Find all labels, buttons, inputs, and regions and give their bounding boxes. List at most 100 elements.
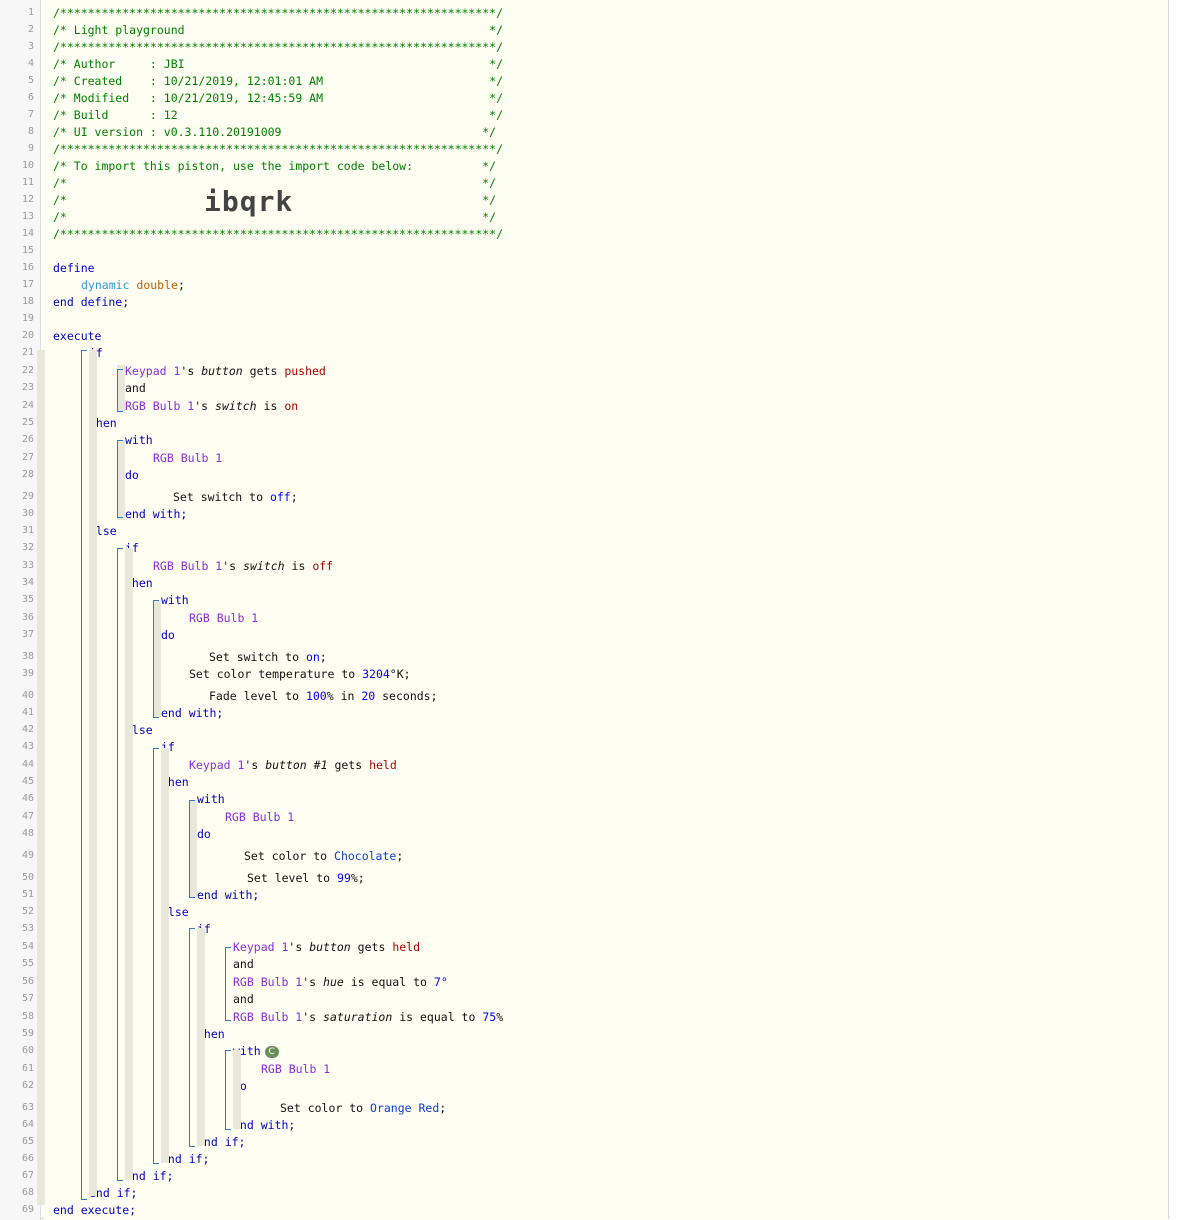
keyword: execute — [53, 329, 102, 343]
keyword: do — [161, 628, 175, 642]
line-number: 39 — [21, 668, 34, 679]
code-token: dynamic — [81, 278, 130, 292]
code-area: /***************************************… — [37, 0, 1168, 1220]
line-number: 31 — [21, 525, 34, 536]
code-token: Set color temperature to — [189, 667, 363, 681]
line-number: 42 — [21, 724, 34, 735]
line-number: 64 — [21, 1119, 34, 1130]
device-name[interactable]: Keypad 1 — [233, 940, 288, 954]
line-number: 16 — [21, 262, 34, 273]
code-token: Set color to — [280, 1101, 371, 1115]
code-token: Set switch to — [173, 490, 270, 504]
code-line: Keypad 1's button gets pushed — [125, 364, 326, 378]
line-number: 33 — [21, 560, 34, 571]
line-number: 63 — [21, 1102, 34, 1113]
line-number: 68 — [21, 1187, 34, 1198]
device-name[interactable]: RGB Bulb 1 — [225, 810, 294, 824]
line-number: 2 — [27, 24, 34, 35]
attribute: button — [309, 940, 351, 954]
code-line: /***************************************… — [53, 40, 503, 54]
state-value: off — [312, 559, 334, 573]
code-line: end define; — [53, 295, 129, 309]
device-name[interactable]: RGB Bulb 1 — [189, 611, 258, 625]
keyword: end with; — [161, 706, 224, 720]
keyword: do — [197, 827, 211, 841]
state-value: held — [369, 758, 397, 772]
attribute: button — [201, 364, 243, 378]
code-token: %; — [350, 871, 365, 885]
line-number: 3 — [27, 41, 34, 52]
line-number: 35 — [21, 594, 34, 605]
keyword: end execute; — [53, 1203, 137, 1217]
line-number: 14 — [21, 228, 34, 239]
line-number: 12 — [21, 194, 34, 205]
keyword: end with; — [197, 888, 260, 902]
line-number: 66 — [21, 1153, 34, 1164]
code-line: do — [125, 468, 139, 482]
keyword: with — [125, 433, 153, 447]
line-number: 9 — [27, 143, 34, 154]
line-number: 57 — [21, 993, 34, 1004]
code-line: /* Build : 12 */ — [53, 108, 503, 122]
comment: /***************************************… — [53, 40, 504, 54]
line-number: 5 — [27, 75, 34, 86]
line-number: 52 — [21, 906, 34, 917]
line-number: 1 — [27, 7, 34, 18]
code-line: Fade level to 100% in 20 seconds; — [209, 689, 438, 703]
value: ° — [440, 975, 448, 989]
device-name[interactable]: RGB Bulb 1 — [233, 1010, 302, 1024]
device-name[interactable]: RGB Bulb 1 — [125, 399, 194, 413]
line-number: 44 — [21, 759, 34, 770]
code-line: Keypad 1's button gets held — [233, 940, 420, 954]
state-value: on — [284, 399, 299, 413]
code-line: Set switch to on; — [209, 650, 327, 664]
code-token: is equal to — [399, 1010, 476, 1024]
device-name[interactable]: RGB Bulb 1 — [233, 975, 302, 989]
code-line: /* Author : JBI */ — [53, 57, 503, 71]
line-number: 26 — [21, 434, 34, 445]
code-token: Set color to — [244, 849, 335, 863]
device-name[interactable]: RGB Bulb 1 — [153, 451, 222, 465]
code-token: ; — [319, 650, 327, 664]
device-name[interactable]: RGB Bulb 1 — [153, 559, 222, 573]
line-number: 27 — [21, 452, 34, 463]
comment: /* Light playground */ — [53, 23, 504, 37]
code-line: RGB Bulb 1 — [153, 451, 222, 465]
keyword: with — [161, 593, 189, 607]
device-name[interactable]: Keypad 1 — [189, 758, 244, 772]
indent-guide — [37, 350, 45, 1205]
device-name[interactable]: Keypad 1 — [125, 364, 180, 378]
code-token: 's — [194, 399, 209, 413]
code-line: RGB Bulb 1's switch is on — [125, 399, 298, 413]
code-token: and — [233, 957, 254, 971]
attribute: hue — [323, 975, 344, 989]
line-number: 8 — [27, 126, 34, 137]
code-line: dynamic double; — [81, 278, 185, 292]
block-bracket — [117, 440, 123, 518]
line-number: 61 — [21, 1063, 34, 1074]
line-number: 54 — [21, 941, 34, 952]
line-number: 45 — [21, 776, 34, 787]
block-bracket — [153, 600, 159, 718]
line-number: 56 — [21, 976, 34, 987]
comment: /***************************************… — [53, 142, 504, 156]
line-number: 51 — [21, 889, 34, 900]
value: on — [305, 650, 320, 664]
block-bracket — [117, 369, 123, 412]
piston-viewer: 1 2 3 4 5 6 7 8 9 10 11 12 13 14 15 16 17 18 19 20 21 22 23 24 2… — [0, 0, 1169, 1220]
block-bracket — [153, 748, 159, 1164]
keyword: end define; — [53, 295, 130, 309]
line-number: 67 — [21, 1170, 34, 1181]
device-name[interactable]: RGB Bulb 1 — [261, 1062, 330, 1076]
line-number: 17 — [21, 279, 34, 290]
line-number: 69 — [21, 1204, 34, 1215]
code-line: Set color temperature to 3204°K; — [189, 667, 411, 681]
code-line: and — [233, 957, 254, 971]
attribute: button #1 — [265, 758, 328, 772]
value: 100 — [305, 689, 327, 703]
block-bracket — [189, 928, 195, 1147]
